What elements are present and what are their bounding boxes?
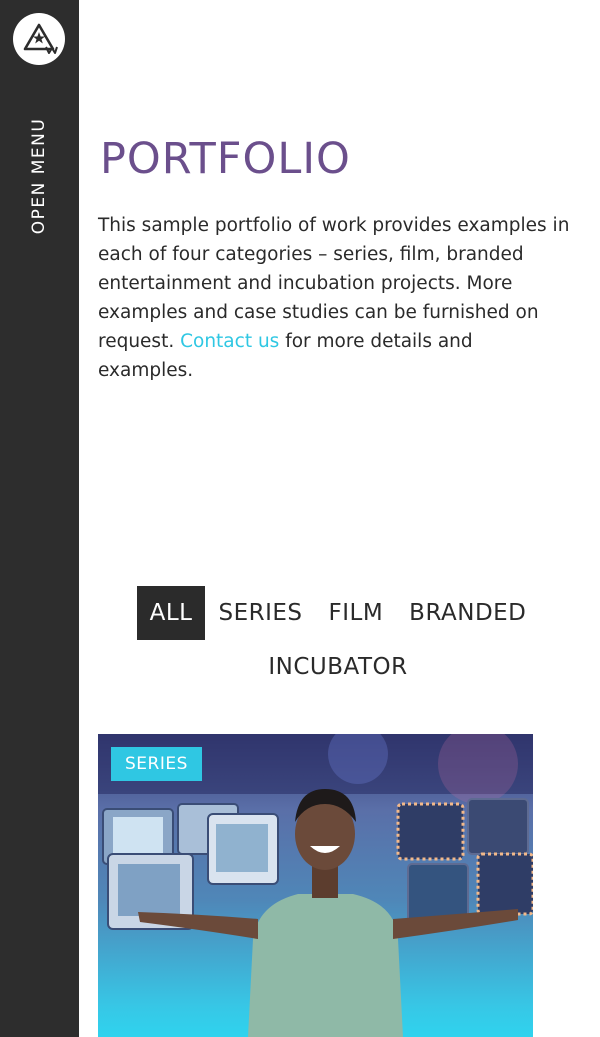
- sidebar: OPEN MENU: [0, 0, 79, 1037]
- card-category-badge: SERIES: [111, 747, 202, 781]
- filter-branded[interactable]: BRANDED: [396, 586, 539, 640]
- portfolio-filters: ALL SERIES FILM BRANDED INCUBATOR: [98, 586, 578, 694]
- filter-row-2: INCUBATOR: [98, 640, 578, 694]
- filter-all[interactable]: ALL: [136, 586, 206, 640]
- filter-film[interactable]: FILM: [316, 586, 397, 640]
- page-title: PORTFOLIO: [100, 134, 351, 184]
- portfolio-card[interactable]: SERIES: [98, 734, 533, 1037]
- filter-incubator[interactable]: INCUBATOR: [255, 640, 420, 694]
- filter-row-1: ALL SERIES FILM BRANDED: [98, 586, 578, 640]
- contact-us-link[interactable]: Contact us: [180, 331, 279, 352]
- open-menu-button[interactable]: OPEN MENU: [29, 118, 49, 235]
- filter-series[interactable]: SERIES: [205, 586, 315, 640]
- intro-paragraph: This sample portfolio of work provides e…: [98, 211, 572, 385]
- triangle-star-logo-icon: [23, 23, 58, 54]
- logo[interactable]: [13, 13, 65, 65]
